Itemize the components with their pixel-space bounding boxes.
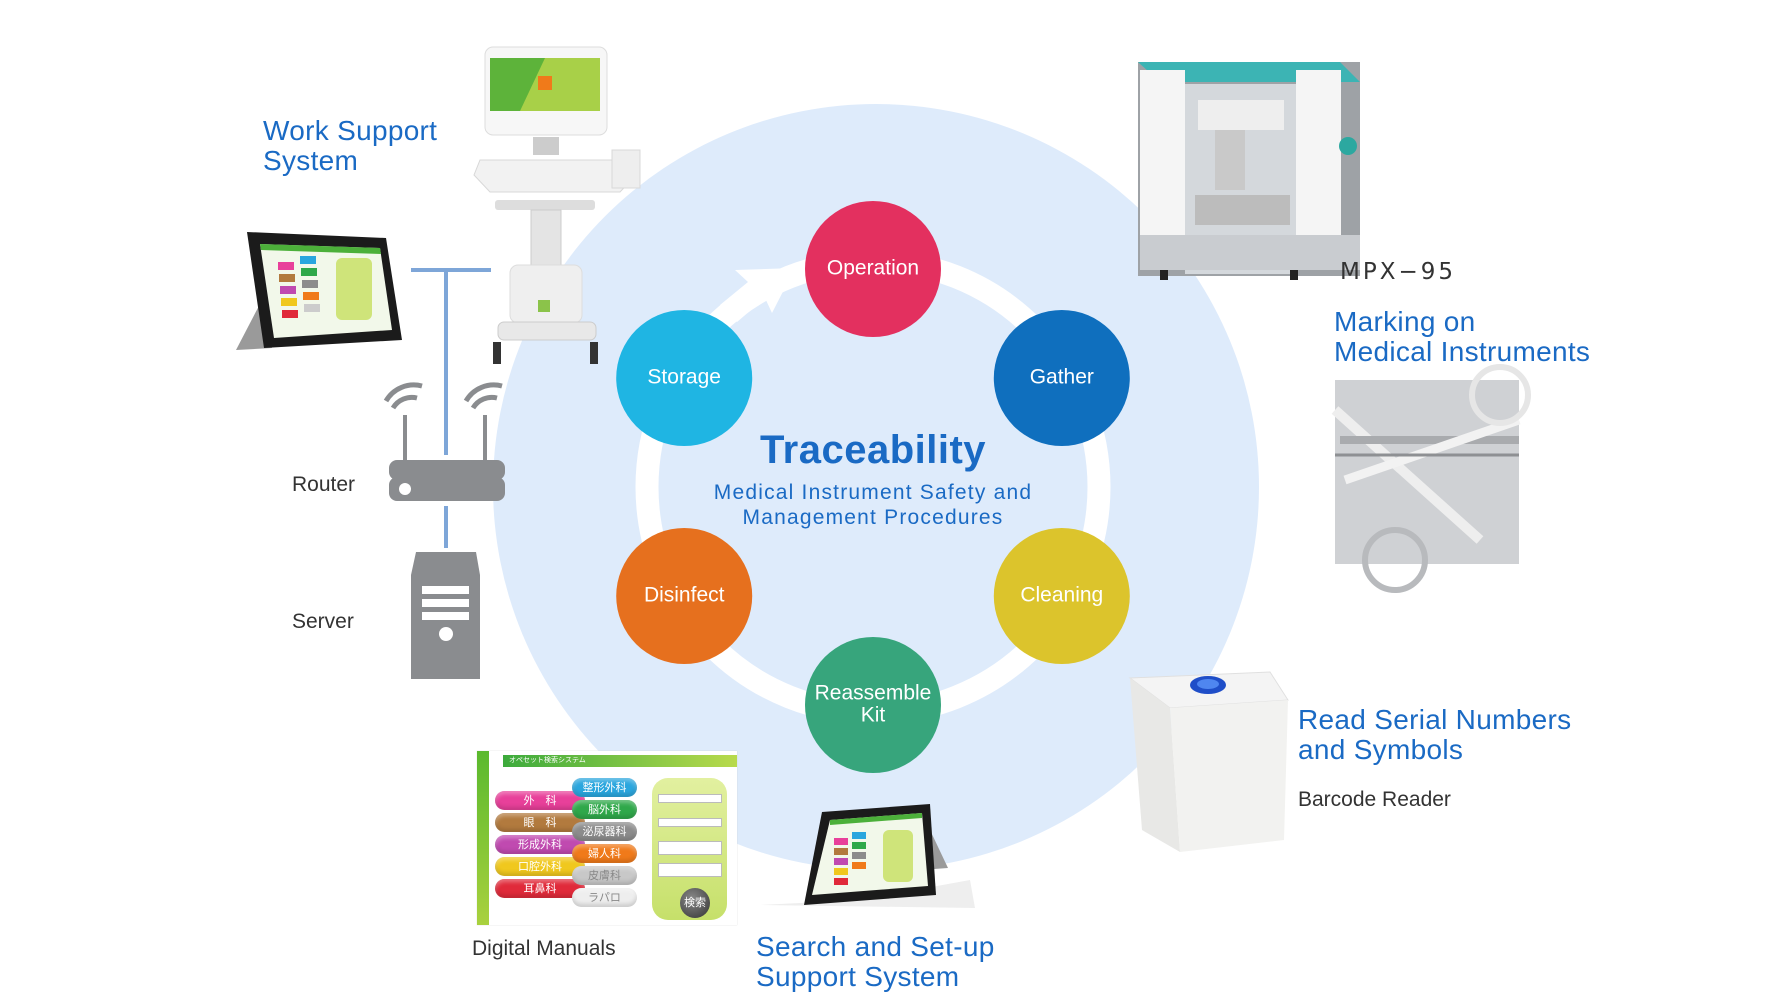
router-label: Router [292, 473, 356, 496]
mpx95-model-label: MPX−95 [1340, 259, 1457, 285]
work-support-title: Work Support System [263, 116, 437, 176]
stage-storage: Storage [616, 310, 753, 446]
stage-label: Cleaning [1020, 584, 1103, 607]
digital-manuals-label: Digital Manuals [472, 937, 616, 960]
instruments-photo [1331, 364, 1531, 593]
stage-label: Storage [647, 366, 721, 389]
name-field[interactable] [658, 794, 722, 803]
work-tablet-image [236, 232, 402, 350]
stage-label: Operation [827, 257, 919, 280]
traceability-title: Traceability [759, 428, 987, 472]
specialty-button[interactable]: 婦人科 [572, 844, 637, 863]
specialty-button[interactable]: 脳外科 [572, 800, 637, 819]
reader-title-line1: Read Serial Numbers [1298, 704, 1572, 735]
work-support-title-line1: Work Support [263, 115, 438, 146]
marking-title-line2: Medical Instruments [1334, 336, 1591, 367]
reader-title-line2: and Symbols [1298, 734, 1464, 765]
stage-label: Gather [1030, 366, 1094, 389]
server-label: Server [292, 610, 354, 633]
marking-title-line1: Marking on [1334, 306, 1476, 337]
detail-field[interactable] [658, 863, 722, 877]
stage-label: Reassemble [815, 682, 932, 705]
specialty-button[interactable]: 泌尿器科 [572, 822, 637, 841]
stage-disinfect: Disinfect [616, 528, 753, 664]
search-system-title-line2: Support System [756, 961, 960, 992]
specialty-button[interactable]: 皮膚科 [572, 866, 637, 885]
network-lines [411, 268, 491, 548]
screen-sidebar [477, 751, 489, 925]
stage-gather: Gather [993, 310, 1130, 446]
search-system-title: Search and Set-up Support System [756, 932, 995, 992]
specialty-button[interactable]: 整形外科 [572, 778, 637, 797]
stage-reassemble-kit: ReassembleKit [805, 637, 941, 773]
server-icon [411, 552, 480, 679]
tray-field[interactable] [658, 841, 722, 855]
search-system-title-line1: Search and Set-up [756, 931, 995, 962]
mpx95-machine-image [1138, 62, 1360, 280]
reader-title: Read Serial Numbers and Symbols [1298, 705, 1571, 765]
digital-manuals-screen: オペセット検索システム 外 科眼 科形成外科 口腔外科 耳鼻科 整形外科 脳外科 泌尿器… [477, 751, 737, 925]
work-support-title-line2: System [263, 145, 359, 176]
traceability-subtitle-line2: Management Procedures [742, 506, 1004, 529]
search-button[interactable]: 検索 [680, 888, 710, 918]
stage-operation: Operation [805, 201, 941, 337]
marking-title: Marking on Medical Instruments [1334, 307, 1590, 367]
stage-label: Kit [861, 704, 886, 727]
screen-header: オペセット検索システム [503, 755, 737, 767]
specialty-button[interactable]: ラパロ [572, 888, 637, 907]
stage-label: Disinfect [644, 584, 725, 607]
barcode-reader-label: Barcode Reader [1298, 788, 1451, 811]
stage-cleaning: Cleaning [993, 528, 1130, 664]
procedure-field[interactable] [658, 818, 722, 827]
barcode-reader-image [1128, 671, 1289, 852]
traceability-subtitle-line1: Medical Instrument Safety and [713, 481, 1033, 504]
